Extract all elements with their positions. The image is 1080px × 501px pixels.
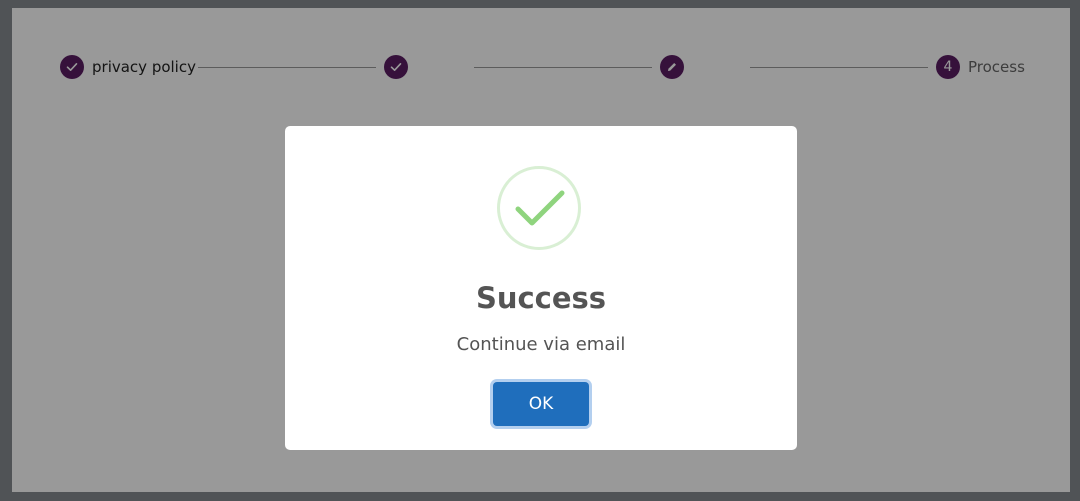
success-dialog: Success Continue via email OK xyxy=(285,126,797,450)
ok-button[interactable]: OK xyxy=(493,382,589,426)
dialog-title: Success xyxy=(475,281,607,315)
dialog-message: Continue via email xyxy=(456,334,626,355)
success-check-icon xyxy=(497,166,581,250)
